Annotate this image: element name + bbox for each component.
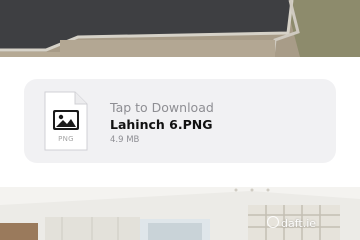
download-prompt[interactable]: Tap to Download (110, 100, 214, 115)
watermark-logo-icon (267, 216, 279, 228)
file-type-label: PNG (58, 135, 74, 143)
file-icon: PNG (44, 91, 88, 151)
top-photo (0, 0, 360, 57)
file-name: Lahinch 6.PNG (110, 117, 213, 132)
file-size: 4.9 MB (110, 135, 140, 145)
bottom-photo (0, 187, 360, 240)
watermark-text: daft.ie (281, 217, 317, 230)
attachment-card[interactable]: PNG Tap to Download Lahinch 6.PNG 4.9 MB (24, 79, 336, 163)
